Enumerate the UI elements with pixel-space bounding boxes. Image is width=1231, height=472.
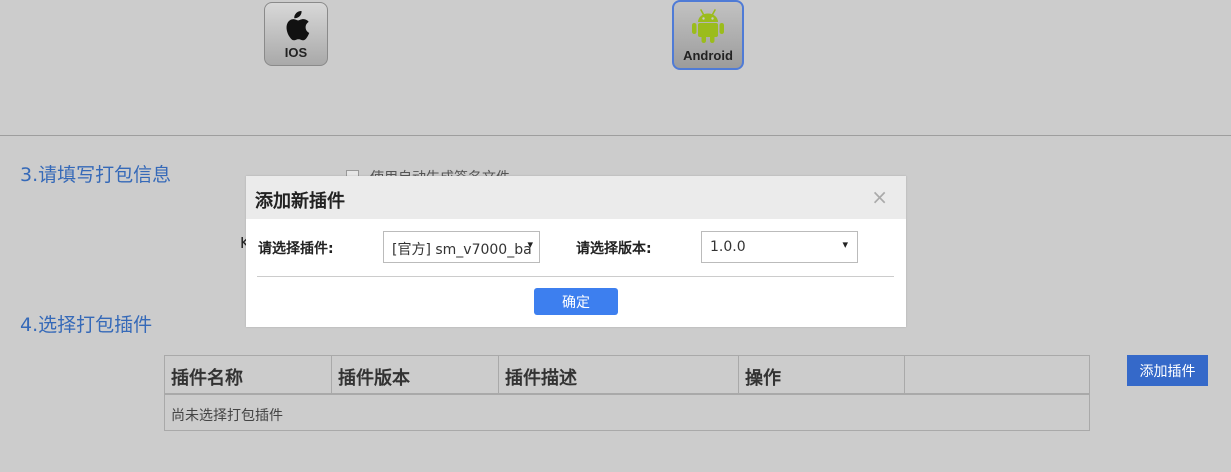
plugin-table: 插件名称 插件版本 插件描述 操作 尚未选择打包插件 (164, 355, 1090, 431)
add-plugin-dialog: 添加新插件 × 请选择插件: [官方] sm_v7000_ba ▾ 请选择版本:… (246, 176, 906, 327)
android-icon (692, 9, 724, 43)
column-plugin-name: 插件名称 (165, 356, 332, 393)
dialog-header: 添加新插件 × (246, 176, 906, 219)
section-divider (0, 135, 1231, 136)
confirm-button[interactable]: 确定 (534, 288, 618, 315)
column-plugin-description: 插件描述 (499, 356, 739, 393)
plugins-section-title: 4.选择打包插件 (20, 314, 153, 336)
column-plugin-version: 插件版本 (332, 356, 499, 393)
plugin-select-value: [官方] sm_v7000_ba (392, 242, 532, 258)
plugin-table-empty-row: 尚未选择打包插件 (171, 408, 283, 424)
chevron-down-icon: ▾ (527, 238, 533, 251)
version-select-label: 请选择版本: (576, 241, 652, 257)
version-select[interactable]: 1.0.0 ▾ (701, 231, 858, 263)
android-platform-tile[interactable]: Android (672, 0, 744, 70)
plugin-select-label: 请选择插件: (258, 241, 334, 257)
column-actions: 操作 (739, 356, 905, 393)
plugin-table-header: 插件名称 插件版本 插件描述 操作 (165, 356, 1089, 395)
apple-icon (286, 10, 310, 41)
close-icon[interactable]: × (871, 187, 888, 207)
dialog-title: 添加新插件 (255, 191, 345, 212)
ios-platform-tile[interactable]: IOS (264, 2, 328, 66)
column-extra (905, 356, 1089, 393)
android-label: Android (683, 48, 733, 63)
add-plugin-button[interactable]: 添加插件 (1127, 355, 1208, 386)
plugin-select[interactable]: [官方] sm_v7000_ba ▾ (383, 231, 540, 263)
version-select-value: 1.0.0 (710, 239, 746, 255)
ios-label: IOS (284, 45, 308, 60)
chevron-down-icon: ▾ (842, 238, 848, 251)
pack-info-section-title: 3.请填写打包信息 (20, 164, 172, 186)
dialog-divider (257, 276, 894, 277)
